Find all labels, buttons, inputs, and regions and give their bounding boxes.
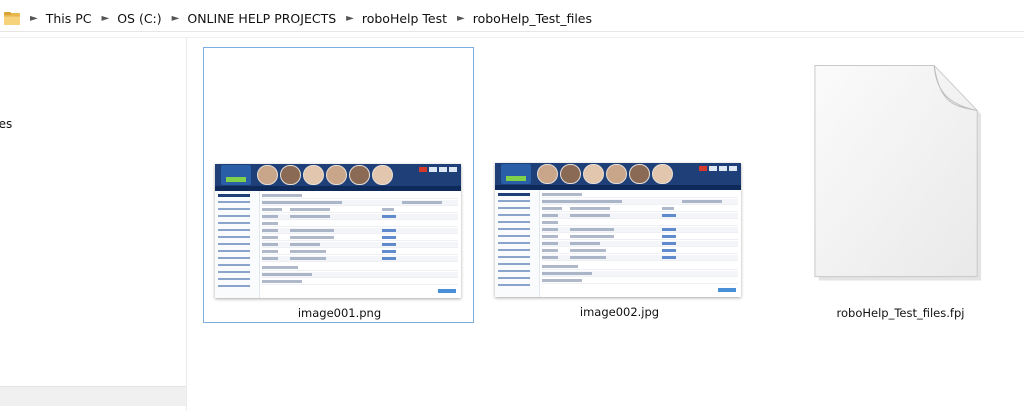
folder-icon [4, 12, 20, 25]
blank-document-icon [814, 64, 982, 281]
file-tile-fpj[interactable]: roboHelp_Test_files.fpj [765, 47, 1024, 323]
file-list: image001.png image002.jpg roboHelp_Test_… [188, 38, 1024, 411]
breadcrumb-item-robohelp-test[interactable]: roboHelp Test [362, 11, 447, 26]
chevron-right-icon[interactable]: ► [346, 13, 354, 24]
nav-item[interactable]: ces [0, 117, 12, 131]
breadcrumb-item-robohelp-test-files[interactable]: roboHelp_Test_files [473, 11, 592, 26]
address-bar: ► This PC ► OS (C:) ► ONLINE HELP PROJEC… [0, 0, 1024, 38]
file-name-label: image001.png [297, 306, 382, 320]
breadcrumb[interactable]: ► This PC ► OS (C:) ► ONLINE HELP PROJEC… [0, 6, 1024, 32]
breadcrumb-item-online-help-projects[interactable]: ONLINE HELP PROJECTS [187, 11, 336, 26]
image-thumbnail [215, 164, 461, 298]
chevron-right-icon[interactable]: ► [172, 13, 180, 24]
horizontal-scrollbar[interactable] [0, 386, 186, 406]
file-tile-image002[interactable]: image002.jpg [484, 47, 755, 323]
chevron-right-icon[interactable]: ► [457, 13, 465, 24]
navigation-pane: s ces s s [0, 38, 187, 411]
file-name-label: image002.jpg [579, 305, 660, 319]
file-tile-image001[interactable]: image001.png [203, 47, 474, 323]
chevron-right-icon[interactable]: ► [30, 13, 38, 24]
file-name-label: roboHelp_Test_files.fpj [836, 306, 965, 320]
breadcrumb-item-os-c[interactable]: OS (C:) [117, 11, 161, 26]
image-thumbnail [495, 163, 741, 297]
chevron-right-icon[interactable]: ► [102, 13, 110, 24]
breadcrumb-item-this-pc[interactable]: This PC [46, 11, 92, 26]
